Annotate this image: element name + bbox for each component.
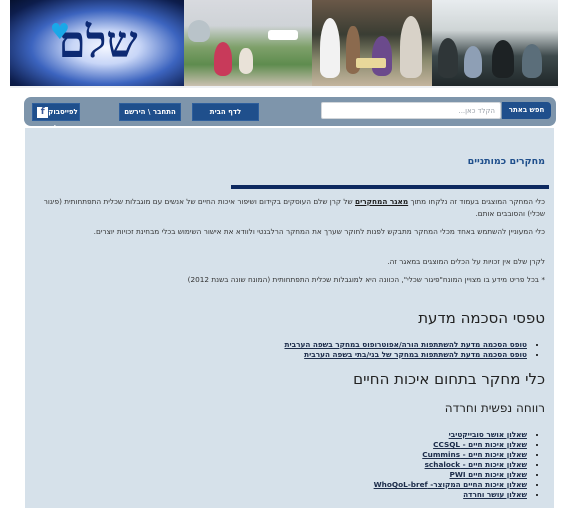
search-input[interactable]: הקלד כאן... [321, 102, 501, 119]
tool-link[interactable]: שאלון איכות החיים המקוצר- WhoQoL-bref [374, 480, 527, 489]
list-item: טופס הסכמה מדעת להשתתפות במחקר של בני/בת… [284, 350, 527, 360]
intro-paragraph: כלי המחקר המוצגים בעמוד זה נלקחו מתוך מא… [36, 196, 545, 220]
search-button[interactable]: חפש באתר [502, 102, 551, 119]
list-item: שאלון איכות החיים המקוצר- WhoQoL-bref [374, 480, 527, 490]
main-content: מחקרים כמותניים כלי המחקר המוצגים בעמוד … [25, 128, 554, 508]
wellbeing-heading: רווחה נפשית וחרדה [444, 401, 545, 415]
home-button[interactable]: לדף הבית [192, 103, 259, 121]
list-item: שאלון עושר וחרדה [374, 490, 527, 500]
intro-text-pre: כלי המחקר המוצגים בעמוד זה נלקחו מתוך [408, 197, 545, 206]
list-item: שאלון איכות חיים - schalock [374, 460, 527, 470]
logo-text: שלם [58, 17, 138, 68]
consent-links-list: טופס הסכמה מדעת להשתתפות הורה/אפוטרופוס … [284, 340, 539, 360]
section-title: מחקרים כמותניים [467, 156, 545, 167]
facebook-button[interactable]: fלפייסבוק שלנו [32, 103, 80, 132]
header-photo-garden [184, 0, 312, 86]
heart-icon: ♥ [50, 20, 70, 45]
consent-heading: טפסי הסכמה מדעת [418, 309, 545, 327]
tool-link[interactable]: שאלון איכות חיים - Cummins [422, 450, 527, 459]
tools-heading: כלי מחקר בתחום איכות החיים [353, 370, 545, 388]
header-photo-workshop [312, 0, 432, 86]
list-item: שאלון איכות חיים PWI [374, 470, 528, 480]
consent-link-child[interactable]: טופס הסכמה מדעת להשתתפות במחקר של בני/בת… [304, 350, 527, 359]
page: שלם ♥ fלפייסבוק שלנו התחבר \ הירשם לד [4, 0, 560, 508]
section-divider [231, 185, 549, 189]
list-item: טופס הסכמה מדעת להשתתפות הורה/אפוטרופוס … [284, 340, 527, 350]
research-db-link[interactable]: מאגר המחקרים [355, 197, 408, 206]
tool-link[interactable]: שאלון עושר וחרדה [463, 490, 527, 499]
tool-link[interactable]: שאלון איכות חיים - schalock [425, 460, 527, 469]
header-photo-classroom [432, 0, 558, 86]
tool-link[interactable]: שאלון אושר סובייקטיבי [449, 430, 527, 439]
usage-paragraph: כלי המעוניין להשתמש באחד מכלי המחקר מתבק… [93, 227, 545, 236]
nav-bar: fלפייסבוק שלנו התחבר \ הירשם לדף הבית הק… [24, 97, 556, 132]
rights-paragraph: לקרן שלם אין זכויות על הכלים המוצגים במא… [387, 257, 545, 266]
facebook-icon: f [37, 106, 49, 118]
login-button[interactable]: התחבר \ הירשם [119, 103, 181, 121]
consent-link-parent[interactable]: טופס הסכמה מדעת להשתתפות הורה/אפוטרופוס … [284, 340, 527, 349]
list-item: שאלון איכות חיים - CCSQL [374, 440, 527, 450]
terminology-note: * בכל פריט מידע בו מצויין המונח"פיגור שכ… [187, 275, 545, 284]
list-item: שאלון איכות חיים - Cummins [374, 450, 527, 460]
site-logo[interactable]: שלם ♥ [10, 0, 184, 86]
list-item: שאלון אושר סובייקטיבי [374, 430, 527, 440]
tool-link[interactable]: שאלון איכות חיים PWI [450, 470, 528, 479]
tool-link[interactable]: שאלון איכות חיים - CCSQL [433, 440, 527, 449]
tools-links-list: שאלון אושר סובייקטיבי שאלון איכות חיים -… [374, 430, 539, 500]
site-header: שלם ♥ [10, 0, 558, 88]
